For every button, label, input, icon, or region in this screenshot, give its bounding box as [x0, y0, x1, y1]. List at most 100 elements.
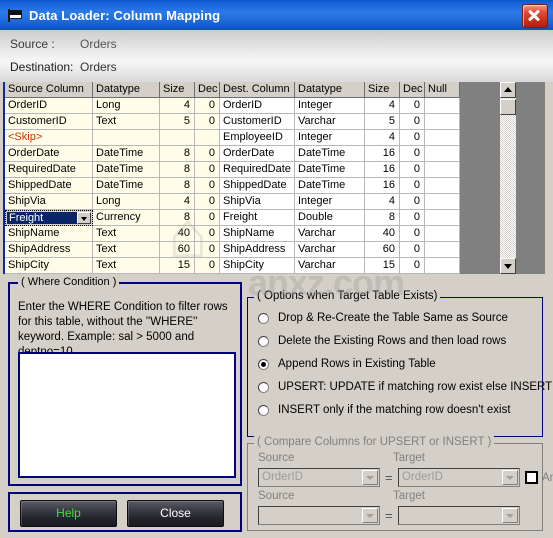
grid-cell[interactable]: 0	[195, 146, 220, 162]
close-button[interactable]: Close	[127, 500, 224, 527]
table-row[interactable]: OrderDate DateTime 8 0 OrderDate DateTime 16 0	[5, 146, 545, 162]
grid-cell[interactable]: 4	[365, 98, 400, 114]
grid-cell[interactable]: 8	[160, 178, 195, 194]
grid-cell[interactable]: 0	[400, 210, 425, 226]
where-condition-input[interactable]	[18, 352, 236, 478]
column-mapping-grid[interactable]: Source Column Datatype Size Dec Dest. Column…	[3, 82, 545, 274]
grid-cell[interactable]: RequiredDate	[5, 162, 93, 178]
grid-cell[interactable]: ShippedDate	[220, 178, 295, 194]
grid-column-header[interactable]: Size	[365, 82, 400, 98]
grid-cell[interactable]: 0	[400, 226, 425, 242]
compare-target-select-1[interactable]: OrderID	[398, 468, 520, 487]
grid-cell[interactable]: 0	[400, 162, 425, 178]
grid-cell[interactable]	[425, 242, 460, 258]
chevron-down-icon[interactable]	[362, 470, 378, 485]
table-row[interactable]: OrderID Long 4 0 OrderID Integer 4 0	[5, 98, 545, 114]
grid-cell[interactable]: 4	[160, 194, 195, 210]
grid-cell[interactable]: EmployeeID	[220, 130, 295, 146]
grid-cell[interactable]: 60	[160, 242, 195, 258]
option-radio-row[interactable]: Delete the Existing Rows and then load r…	[258, 333, 506, 349]
grid-cell[interactable]: 0	[400, 178, 425, 194]
grid-cell[interactable]: Freight	[220, 210, 295, 226]
table-row[interactable]: Freight Currency 8 0 Freight Double 8 0	[5, 210, 545, 226]
table-row[interactable]: ShippedDate DateTime 8 0 ShippedDate DateTime…	[5, 178, 545, 194]
grid-column-header[interactable]: Dec	[400, 82, 425, 98]
grid-cell[interactable]: 15	[160, 258, 195, 274]
grid-cell[interactable]: 0	[400, 258, 425, 274]
radio-button-icon[interactable]	[258, 335, 269, 347]
radio-button-icon[interactable]	[258, 312, 269, 324]
grid-cell[interactable]: Text	[93, 242, 160, 258]
source-column-select[interactable]: Freight	[5, 210, 93, 226]
grid-cell[interactable]	[425, 98, 460, 114]
grid-cell[interactable]: 0	[195, 210, 220, 226]
grid-cell[interactable]	[425, 162, 460, 178]
grid-column-header[interactable]: Datatype	[93, 82, 160, 98]
grid-cell[interactable]: 4	[365, 130, 400, 146]
and-checkbox[interactable]	[525, 471, 538, 484]
radio-button-icon[interactable]	[258, 404, 269, 416]
grid-cell[interactable]: 4	[160, 98, 195, 114]
grid-cell[interactable]: Varchar	[295, 258, 365, 274]
chevron-down-icon[interactable]	[362, 508, 378, 523]
grid-cell[interactable]: Long	[93, 98, 160, 114]
grid-cell[interactable]: 0	[195, 162, 220, 178]
grid-column-header[interactable]: Dest. Column	[220, 82, 295, 98]
grid-cell[interactable]: Text	[93, 258, 160, 274]
grid-cell[interactable]: DateTime	[295, 146, 365, 162]
grid-cell[interactable]: ShipAddress	[5, 242, 93, 258]
grid-cell[interactable]: 5	[365, 114, 400, 130]
compare-source-select-2[interactable]	[258, 506, 380, 525]
grid-cell[interactable]: 0	[400, 98, 425, 114]
grid-cell[interactable]: Double	[295, 210, 365, 226]
table-row[interactable]: <Skip> EmployeeID Integer 4 0	[5, 130, 545, 146]
grid-cell[interactable]: 0	[195, 178, 220, 194]
grid-cell[interactable]: DateTime	[93, 146, 160, 162]
grid-cell[interactable]: OrderDate	[5, 146, 93, 162]
scroll-up-arrow-icon[interactable]	[500, 82, 516, 98]
table-row[interactable]: ShipVia Long 4 0 ShipVia Integer 4 0	[5, 194, 545, 210]
grid-cell[interactable]: 0	[400, 114, 425, 130]
grid-cell[interactable]: DateTime	[93, 178, 160, 194]
grid-cell[interactable]: 16	[365, 178, 400, 194]
grid-column-header[interactable]: Source Column	[5, 82, 93, 98]
table-row[interactable]: ShipCity Text 15 0 ShipCity Varchar 15 0	[5, 258, 545, 274]
grid-cell[interactable]: OrderID	[220, 98, 295, 114]
grid-cell[interactable]: 0	[195, 242, 220, 258]
grid-cell[interactable]	[425, 178, 460, 194]
compare-source-select-1[interactable]: OrderID	[258, 468, 380, 487]
table-row[interactable]: ShipAddress Text 60 0 ShipAddress Varchar 60 0	[5, 242, 545, 258]
grid-cell[interactable]: ShipName	[5, 226, 93, 242]
grid-cell[interactable]: ShipVia	[220, 194, 295, 210]
grid-cell[interactable]: OrderID	[5, 98, 93, 114]
radio-button-icon[interactable]	[258, 381, 269, 393]
chevron-down-icon[interactable]	[502, 508, 518, 523]
scrollbar-thumb[interactable]	[500, 99, 516, 115]
grid-cell[interactable]: 8	[160, 162, 195, 178]
grid-cell[interactable]	[425, 210, 460, 226]
grid-cell[interactable]: CustomerID	[220, 114, 295, 130]
grid-cell[interactable]: Text	[93, 226, 160, 242]
grid-cell[interactable]: CustomerID	[5, 114, 93, 130]
grid-cell[interactable]: Varchar	[295, 242, 365, 258]
grid-cell[interactable]: 15	[365, 258, 400, 274]
grid-cell[interactable]	[425, 258, 460, 274]
grid-cell[interactable]: 40	[365, 226, 400, 242]
option-radio-row[interactable]: Append Rows in Existing Table	[258, 356, 436, 372]
grid-cell[interactable]: 16	[365, 162, 400, 178]
grid-cell[interactable]: ShipAddress	[220, 242, 295, 258]
grid-cell[interactable]: <Skip>	[5, 130, 93, 146]
option-radio-row[interactable]: UPSERT: UPDATE if matching row exist els…	[258, 379, 552, 395]
scrollbar-track[interactable]	[500, 98, 516, 258]
grid-cell[interactable]: 8	[160, 210, 195, 226]
grid-cell[interactable]: RequiredDate	[220, 162, 295, 178]
compare-target-select-2[interactable]	[398, 506, 520, 525]
grid-cell[interactable]: 0	[195, 114, 220, 130]
grid-cell[interactable]	[425, 114, 460, 130]
grid-cell[interactable]: Long	[93, 194, 160, 210]
grid-cell[interactable]: Integer	[295, 130, 365, 146]
grid-cell[interactable]	[160, 130, 195, 146]
scroll-down-arrow-icon[interactable]	[500, 258, 516, 274]
grid-cell[interactable]: ShipVia	[5, 194, 93, 210]
chevron-down-icon[interactable]	[502, 470, 518, 485]
